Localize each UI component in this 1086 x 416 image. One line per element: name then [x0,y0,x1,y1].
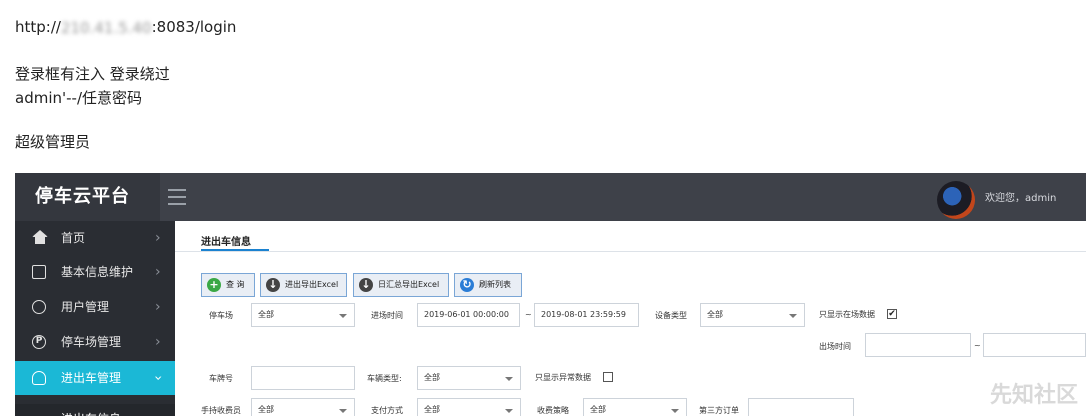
sidebar: 首页 › 基本信息维护 › 用户管理 › P 停车场管理 › 进出车管理 › 进… [15,221,175,416]
caret-down-icon [505,377,513,381]
caret-down-icon [339,409,347,413]
chevron-right-icon: › [155,299,161,315]
payment-method-select[interactable]: 全部 [417,398,521,416]
charge-strategy-label: 收费策略 [537,406,569,415]
welcome-text: 欢迎您，admin [985,193,1057,204]
only-abnormal-checkbox[interactable] [603,372,613,382]
url-redacted: 210.41.5.40 [60,18,152,37]
home-icon [32,230,48,244]
entry-time-label: 进场时间 [371,311,403,320]
payment-method-value: 全部 [424,405,440,414]
parking-lot-label: 停车场 [209,311,233,320]
top-bar: 停车云平台 欢迎您，admin [15,173,1086,221]
app-title: 停车云平台 [15,173,160,221]
sidebar-item-label: 用户管理 [61,300,110,314]
plus-icon: + [207,278,221,292]
parking-icon: P [32,335,46,349]
sidebar-item-parking-lots[interactable]: P 停车场管理 › [15,325,175,359]
caret-down-icon [339,314,347,318]
menu-toggle-icon[interactable] [168,189,186,205]
id-card-icon [32,265,46,279]
url-line: http://210.41.5.40:8083/login [15,18,236,37]
note-line-1: 登录框有注入 登录绕过 [15,65,170,83]
sidebar-item-label: 进出车管理 [61,371,122,385]
car-icon [32,371,46,385]
refresh-label: 刷新列表 [479,280,511,289]
charge-strategy-select[interactable]: 全部 [583,398,687,416]
watermark-logo: 先知社区 [990,383,1079,408]
avatar[interactable] [937,181,975,219]
daily-export-button[interactable]: ↓ 日汇总导出Excel [353,273,449,297]
only-onsite-checkbox[interactable]: ✔ [887,309,897,319]
exit-time-start-input[interactable] [865,333,971,357]
only-abnormal-label: 只显示异常数据 [535,373,591,382]
handheld-collector-value: 全部 [258,405,274,414]
note-line-3: 超级管理员 [15,133,91,151]
third-party-order-label: 第三方订单 [699,406,739,415]
user-icon [32,300,46,314]
exit-time-end-input[interactable] [983,333,1086,357]
charge-strategy-value: 全部 [590,405,606,414]
entry-time-start-input[interactable]: 2019-06-01 00:00:00 [417,303,520,327]
caret-down-icon [505,409,513,413]
device-type-label: 设备类型 [655,311,687,320]
chevron-right-icon: › [155,230,161,246]
chevron-right-icon: › [155,264,161,280]
parking-lot-select[interactable]: 全部 [251,303,355,327]
download-icon: ↓ [266,278,280,292]
query-button[interactable]: + 查 询 [201,273,255,297]
exit-time-separator: ~ [974,341,981,350]
device-type-select[interactable]: 全部 [700,303,805,327]
entry-time-end-input[interactable]: 2019-08-01 23:59:59 [534,303,639,327]
handheld-collector-label: 手持收费员 [201,406,241,415]
sidebar-item-basic-info[interactable]: 基本信息维护 › [15,255,175,289]
exit-time-label: 出场时间 [819,342,851,351]
tab-vehicle-info[interactable]: 进出车信息 [201,233,251,248]
export-excel-button[interactable]: ↓ 进出导出Excel [260,273,347,297]
sidebar-item-users[interactable]: 用户管理 › [15,290,175,324]
export-excel-label: 进出导出Excel [285,280,339,289]
sidebar-subitem-vehicle-info[interactable]: 进出车信息 [15,404,175,416]
third-party-order-input[interactable] [748,398,854,416]
only-onsite-label: 只显示在场数据 [819,310,875,319]
sidebar-item-label: 首页 [61,231,86,245]
chevron-right-icon: › [155,334,161,350]
refresh-icon: ↻ [460,278,474,292]
parking-app-window: 停车云平台 欢迎您，admin 首页 › 基本信息维护 › 用户管理 › P 停… [15,173,1086,416]
entry-time-separator: ~ [525,310,532,319]
download-icon: ↓ [359,278,373,292]
device-type-value: 全部 [707,310,723,319]
caret-down-icon [671,409,679,413]
sidebar-item-label: 停车场管理 [61,335,122,349]
parking-lot-value: 全部 [258,310,274,319]
sidebar-item-label: 基本信息维护 [61,265,134,279]
vehicle-type-select[interactable]: 全部 [417,366,521,390]
vehicle-type-label: 车辆类型: [367,374,402,383]
query-button-label: 查 询 [226,280,245,289]
tab-divider [175,251,1086,252]
note-line-2: admin'--/任意密码 [15,89,143,107]
sidebar-item-home[interactable]: 首页 › [15,221,175,255]
handheld-collector-select[interactable]: 全部 [251,398,355,416]
refresh-button[interactable]: ↻ 刷新列表 [454,273,522,297]
url-prefix: http:// [15,18,61,36]
plate-label: 车牌号 [209,374,233,383]
url-suffix: :8083/login [151,18,237,36]
plate-input[interactable] [251,366,355,390]
sidebar-item-vehicle-inout[interactable]: 进出车管理 › [15,361,175,395]
payment-method-label: 支付方式 [371,406,403,415]
caret-down-icon [789,314,797,318]
vehicle-type-value: 全部 [424,373,440,382]
daily-export-label: 日汇总导出Excel [378,280,440,289]
chevron-down-icon: › [149,375,166,381]
